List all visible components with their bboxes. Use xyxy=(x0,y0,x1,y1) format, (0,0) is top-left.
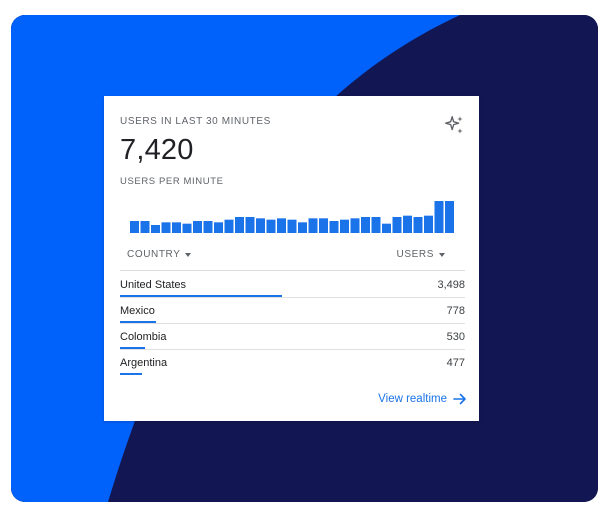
card-title: USERS IN LAST 30 MINUTES xyxy=(120,116,271,127)
users-header-label: USERS xyxy=(396,249,434,260)
chart-bar xyxy=(392,217,402,233)
chart-bar xyxy=(413,217,423,233)
chart-bar xyxy=(182,223,192,233)
chart-bar xyxy=(161,222,171,233)
chart-bar xyxy=(382,223,391,233)
chart-bar xyxy=(140,221,150,233)
country-column-header[interactable]: COUNTRY xyxy=(127,249,192,260)
country-name: Colombia xyxy=(120,331,167,343)
country-header-label: COUNTRY xyxy=(127,249,181,260)
chart-bar xyxy=(445,201,454,233)
chart-bar xyxy=(193,221,202,233)
caret-down-icon xyxy=(185,252,192,257)
chart-bar xyxy=(424,215,433,233)
chart-bar xyxy=(298,222,307,233)
chart-bar xyxy=(403,215,412,233)
chart-bar xyxy=(256,218,265,233)
chart-bar xyxy=(203,221,213,233)
chart-bar xyxy=(277,218,286,233)
chart-bar xyxy=(266,219,276,233)
users-column-header[interactable]: USERS xyxy=(397,249,445,260)
chart-bar xyxy=(329,221,339,233)
user-count: 3,498 xyxy=(437,279,465,291)
chart-bar xyxy=(151,225,160,233)
users-per-minute-chart xyxy=(130,201,454,233)
chart-bar xyxy=(235,217,244,233)
chart-bar xyxy=(361,217,370,233)
chart-subtitle: USERS PER MINUTE xyxy=(120,176,224,187)
table-row: United States 3,498 xyxy=(120,271,465,298)
chart-bar xyxy=(308,218,318,233)
country-name: Mexico xyxy=(120,305,155,317)
country-name: Argentina xyxy=(120,357,168,369)
chart-bar xyxy=(172,222,181,233)
user-count: 530 xyxy=(446,331,465,343)
user-count: 477 xyxy=(446,357,465,369)
chart-bar xyxy=(245,217,255,233)
table-row: Colombia 530 xyxy=(120,323,465,350)
table-row: Argentina 477 xyxy=(120,349,465,375)
view-realtime-label: View realtime xyxy=(378,393,447,405)
caret-down-icon xyxy=(439,252,445,257)
hero-background: USERS IN LAST 30 MINUTES 7,420 USERS PER… xyxy=(11,15,598,502)
share-bar xyxy=(120,373,143,375)
user-count: 778 xyxy=(446,305,465,317)
arrow-right-icon xyxy=(453,393,466,405)
realtime-card: USERS IN LAST 30 MINUTES 7,420 USERS PER… xyxy=(104,96,479,421)
country-name: United States xyxy=(120,279,187,291)
chart-bar xyxy=(350,218,360,233)
chart-bar xyxy=(287,219,297,233)
table-row: Mexico 778 xyxy=(120,297,465,324)
chart-bar xyxy=(434,201,444,233)
chart-bar xyxy=(371,217,381,233)
chart-bar xyxy=(214,222,223,233)
view-realtime-link[interactable]: View realtime xyxy=(378,393,467,405)
chart-bar xyxy=(340,219,349,233)
active-users-count: 7,420 xyxy=(120,134,194,166)
chart-bar xyxy=(130,221,139,233)
chart-bar xyxy=(224,219,234,233)
sparkle-icon[interactable] xyxy=(443,114,465,136)
chart-bar xyxy=(319,218,328,233)
